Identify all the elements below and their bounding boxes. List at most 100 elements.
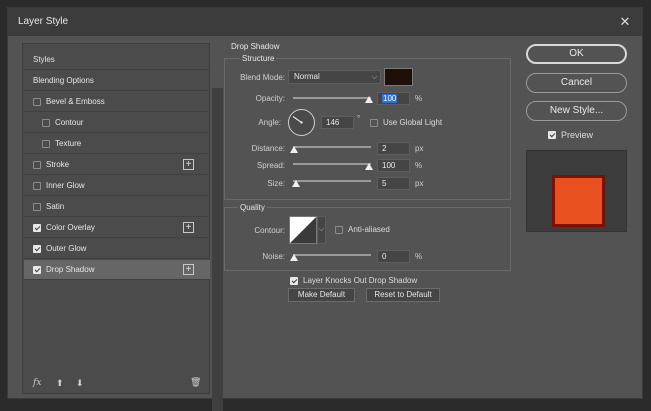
- noise-slider-thumb[interactable]: [290, 254, 298, 261]
- styles-list-panel: fx ⬆ ⬇ 🗑 Styles Blending Options Bevel & E…: [22, 43, 223, 411]
- style-item-label: Styles: [33, 55, 55, 64]
- style-item-checkbox[interactable]: [33, 160, 41, 169]
- cancel-button[interactable]: Cancel: [526, 73, 627, 93]
- contour-curve-icon: [290, 217, 316, 243]
- anti-aliased-checkbox[interactable]: Anti-aliased: [335, 225, 390, 234]
- noise-input[interactable]: 0: [377, 250, 410, 263]
- spread-unit: %: [415, 161, 423, 170]
- move-up-icon[interactable]: ⬆: [56, 378, 64, 389]
- spread-input[interactable]: 100: [377, 159, 410, 172]
- style-item-contour[interactable]: Contour: [24, 113, 210, 133]
- style-item-satin[interactable]: Satin: [24, 197, 210, 217]
- style-item-drop-shadow[interactable]: Drop Shadow +: [24, 260, 210, 280]
- angle-input[interactable]: 146: [321, 116, 354, 129]
- style-item-label: Stroke: [46, 160, 70, 169]
- style-item-blending-options[interactable]: Blending Options: [24, 71, 210, 91]
- style-item-checkbox[interactable]: [33, 265, 41, 274]
- spread-slider-track[interactable]: [293, 163, 371, 165]
- move-down-icon[interactable]: ⬇: [76, 378, 84, 389]
- size-label: Size:: [267, 179, 285, 188]
- use-global-light-box: [370, 118, 378, 127]
- style-item-checkbox[interactable]: [33, 223, 41, 232]
- size-input[interactable]: 5: [377, 177, 410, 190]
- distance-slider-thumb[interactable]: [290, 146, 298, 153]
- distance-unit: px: [415, 144, 424, 153]
- style-item-checkbox[interactable]: [42, 118, 50, 127]
- chevron-down-icon: ⌵: [318, 226, 325, 233]
- style-item-styles[interactable]: Styles: [24, 50, 210, 70]
- layer-style-dialog: Layer Style ✕ fx ⬆ ⬇ 🗑 Styles Blending Op…: [7, 7, 643, 411]
- fx-icon[interactable]: fx: [33, 378, 41, 388]
- noise-slider-track[interactable]: [293, 254, 371, 256]
- knockout-label: Layer Knocks Out Drop Shadow: [303, 276, 418, 285]
- noise-unit: %: [415, 252, 423, 261]
- preview-label: Preview: [561, 130, 594, 140]
- contour-preview[interactable]: [289, 216, 317, 244]
- size-unit: px: [415, 179, 424, 188]
- size-slider-thumb[interactable]: [292, 180, 300, 187]
- blend-mode-label: Blend Mode:: [240, 73, 285, 82]
- add-instance-icon[interactable]: +: [183, 159, 194, 170]
- style-item-outer-glow[interactable]: Outer Glow: [24, 239, 210, 259]
- distance-input[interactable]: 2: [377, 142, 410, 155]
- structure-title: Structure: [240, 54, 277, 63]
- use-global-light-label: Use Global Light: [383, 118, 443, 127]
- style-item-checkbox[interactable]: [33, 97, 41, 106]
- shadow-color-swatch[interactable]: [384, 68, 413, 86]
- style-item-label: Color Overlay: [46, 223, 95, 232]
- angle-unit: °: [357, 114, 361, 123]
- style-item-label: Bevel & Emboss: [46, 97, 105, 106]
- blend-mode-select[interactable]: Normal ⌵: [288, 70, 381, 84]
- styles-list-scrollbar[interactable]: [212, 88, 223, 411]
- style-item-label: Contour: [55, 118, 84, 127]
- style-item-stroke[interactable]: Stroke +: [24, 155, 210, 175]
- style-item-checkbox[interactable]: [42, 139, 50, 148]
- style-item-checkbox[interactable]: [33, 181, 41, 190]
- trash-icon[interactable]: 🗑: [190, 377, 201, 388]
- add-instance-icon[interactable]: +: [183, 264, 194, 275]
- distance-label: Distance:: [251, 144, 285, 153]
- style-item-label: Blending Options: [33, 76, 94, 85]
- opacity-label: Opacity:: [255, 94, 285, 103]
- contour-label: Contour:: [254, 226, 285, 235]
- dialog-title: Layer Style: [18, 16, 69, 27]
- quality-title: Quality: [238, 203, 267, 212]
- ok-button[interactable]: OK: [526, 44, 627, 64]
- drop-shadow-title: Drop Shadow: [231, 42, 280, 51]
- angle-label: Angle:: [258, 118, 281, 127]
- reset-to-default-button[interactable]: Reset to Default: [366, 288, 440, 302]
- style-item-texture[interactable]: Texture: [24, 134, 210, 154]
- knockout-checkbox[interactable]: Layer Knocks Out Drop Shadow: [290, 276, 417, 285]
- distance-slider-track[interactable]: [293, 146, 371, 148]
- anti-aliased-label: Anti-aliased: [348, 225, 390, 234]
- add-instance-icon[interactable]: +: [183, 222, 194, 233]
- angle-dial[interactable]: [288, 109, 315, 136]
- anti-aliased-box: [335, 225, 343, 234]
- style-item-inner-glow[interactable]: Inner Glow: [24, 176, 210, 196]
- style-item-bevel-emboss[interactable]: Bevel & Emboss: [24, 92, 210, 112]
- opacity-value: 100: [382, 94, 398, 103]
- spread-slider-thumb[interactable]: [365, 163, 373, 170]
- style-item-checkbox[interactable]: [33, 244, 41, 253]
- make-default-button[interactable]: Make Default: [288, 288, 355, 302]
- close-icon[interactable]: ✕: [616, 13, 634, 31]
- style-item-label: Satin: [46, 202, 65, 211]
- preview-swatch: [552, 175, 605, 227]
- style-item-color-overlay[interactable]: Color Overlay +: [24, 218, 210, 238]
- new-style-button[interactable]: New Style...: [526, 101, 627, 121]
- opacity-slider-thumb[interactable]: [365, 96, 373, 103]
- size-slider-track[interactable]: [293, 180, 371, 182]
- preview-box: [548, 131, 556, 139]
- spread-label: Spread:: [256, 161, 285, 170]
- blend-mode-value: Normal: [294, 72, 320, 81]
- opacity-slider-track[interactable]: [293, 97, 371, 99]
- noise-label: Noise:: [262, 252, 285, 261]
- opacity-input[interactable]: 100: [377, 92, 410, 105]
- use-global-light-checkbox[interactable]: Use Global Light: [370, 118, 442, 127]
- contour-dropdown[interactable]: ⌵: [317, 216, 326, 244]
- preview-checkbox[interactable]: Preview: [548, 130, 593, 140]
- knockout-box: [290, 276, 298, 285]
- style-item-checkbox[interactable]: [33, 202, 41, 211]
- style-item-label: Inner Glow: [46, 181, 85, 190]
- chevron-down-icon: ⌵: [371, 74, 377, 81]
